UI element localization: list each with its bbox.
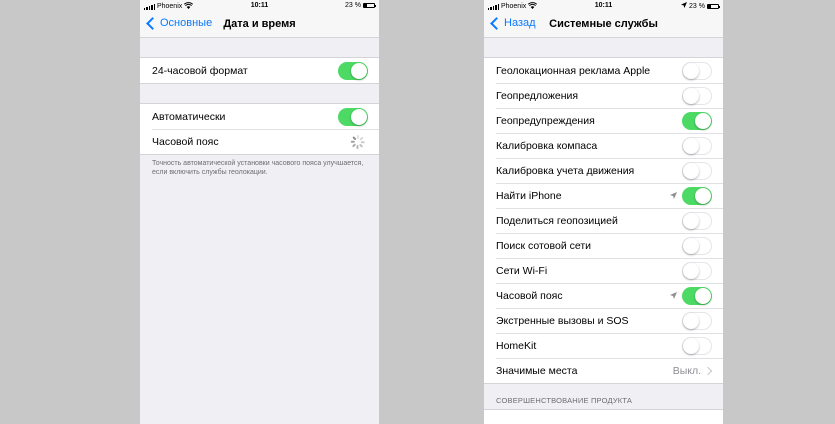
service-toggle[interactable]	[682, 136, 712, 155]
row-label: Геопредупреждения	[496, 114, 595, 127]
row-label: Калибровка учета движения	[496, 164, 635, 177]
list-item: 24-часовой формат	[140, 58, 379, 83]
list-item	[484, 410, 723, 424]
product-improvement-group	[484, 409, 723, 424]
service-toggle[interactable]	[682, 336, 712, 355]
list-item: Геолокационная реклама Apple	[484, 58, 723, 83]
footnote: Точность автоматической установки часово…	[152, 160, 364, 176]
row-label: Найти iPhone	[496, 189, 562, 202]
system-services-list: Геолокационная реклама Apple Геопредложен…	[484, 57, 723, 384]
location-arrow-icon	[670, 190, 677, 202]
status-time: 10:11	[250, 2, 269, 9]
row-label: Калибровка компаса	[496, 139, 598, 152]
row-label: HomeKit	[496, 339, 537, 352]
service-toggle[interactable]	[682, 86, 712, 105]
battery-icon	[707, 3, 720, 9]
list-item: Калибровка учета движения	[484, 158, 723, 183]
timezone-row[interactable]: Часовой пояс	[140, 129, 379, 154]
battery-percent: 23 %	[345, 2, 361, 9]
left-screen: Phoenix 10:11 23 % Основные Дата и время…	[140, 0, 379, 424]
service-toggle[interactable]	[682, 186, 712, 205]
service-toggle[interactable]	[682, 61, 712, 80]
location-arrow-icon	[670, 290, 677, 302]
navigation-bar: Основные Дата и время	[140, 12, 379, 38]
status-bar: Phoenix 10:11 23 %	[484, 0, 723, 12]
service-toggle[interactable]	[682, 261, 712, 280]
service-toggle[interactable]	[682, 161, 712, 180]
list-item: Поделиться геопозицией	[484, 208, 723, 233]
status-bar: Phoenix 10:11 23 %	[140, 0, 379, 12]
page-title: Дата и время	[223, 18, 296, 30]
service-toggle[interactable]	[682, 286, 712, 305]
row-label: Сети Wi-Fi	[496, 264, 548, 277]
row-label: 24-часовой формат	[152, 64, 248, 77]
battery-percent: 23 %	[689, 2, 705, 10]
chevron-right-icon	[703, 366, 713, 375]
list-item: Найти iPhone	[484, 183, 723, 208]
page-title: Системные службы	[549, 18, 658, 30]
section-header: СОВЕРШЕНСТВОВАНИЕ ПРОДУКТА	[496, 396, 633, 405]
detail-value: Выкл.	[672, 364, 701, 377]
row-label: Экстренные вызовы и SOS	[496, 314, 629, 327]
24h-format-toggle[interactable]	[338, 61, 368, 80]
service-toggle[interactable]	[682, 236, 712, 255]
automatic-toggle[interactable]	[338, 107, 368, 126]
row-label: Значимые места	[496, 364, 578, 377]
row-label: Поделиться геопозицией	[496, 214, 618, 227]
battery-icon	[363, 3, 376, 8]
list-item[interactable]: Значимые места Выкл.	[484, 358, 723, 383]
row-label: Часовой пояс	[152, 135, 219, 148]
time-format-group: 24-часовой формат	[140, 57, 379, 84]
row-label: Автоматически	[152, 110, 226, 123]
spinner-icon	[350, 134, 365, 149]
list-item: Часовой пояс	[484, 283, 723, 308]
service-toggle[interactable]	[682, 211, 712, 230]
row-label: Поиск сотовой сети	[496, 239, 592, 252]
list-item: Геопредложения	[484, 83, 723, 108]
service-toggle[interactable]	[682, 111, 712, 130]
row-label: Геопредложения	[496, 89, 579, 102]
list-item: Калибровка компаса	[484, 133, 723, 158]
list-item: HomeKit	[484, 333, 723, 358]
list-item: Сети Wi-Fi	[484, 258, 723, 283]
right-screen: Phoenix 10:11 23 % Назад Системные служб…	[484, 0, 723, 424]
location-arrow-icon	[681, 2, 688, 10]
service-toggle[interactable]	[682, 311, 712, 330]
row-label: Часовой пояс	[496, 289, 563, 302]
list-item: Экстренные вызовы и SOS	[484, 308, 723, 333]
list-item: Автоматически	[140, 104, 379, 129]
navigation-bar: Назад Системные службы	[484, 12, 723, 38]
list-item: Поиск сотовой сети	[484, 233, 723, 258]
auto-time-group: Автоматически Часовой пояс	[140, 103, 379, 155]
row-label: Геолокационная реклама Apple	[496, 64, 651, 77]
list-item: Геопредупреждения	[484, 108, 723, 133]
